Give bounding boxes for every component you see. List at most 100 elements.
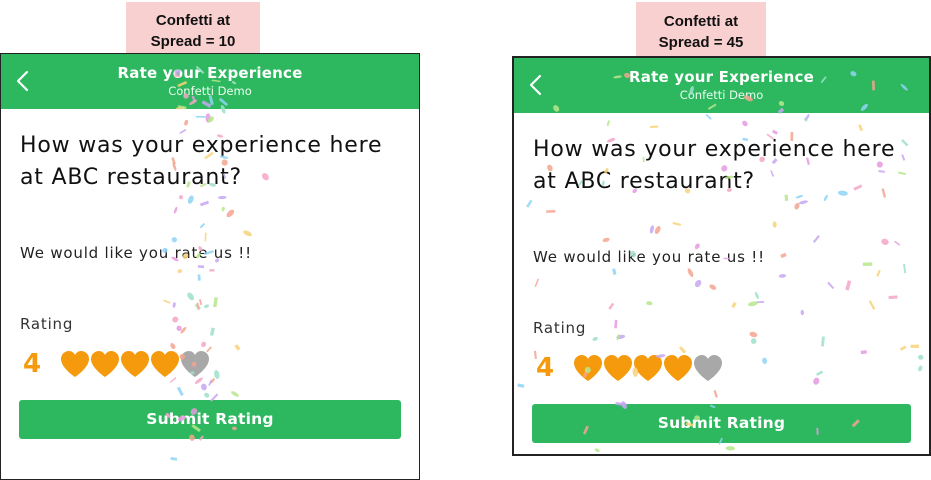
submit-rating-button[interactable]: Submit Rating	[532, 404, 911, 443]
heart-filled-icon[interactable]	[632, 353, 664, 383]
confetti-piece	[705, 113, 712, 120]
caption-right-line2: Spread = 45	[658, 34, 744, 51]
confetti-piece	[226, 209, 235, 218]
app-subtitle: Confetti Demo	[168, 84, 252, 98]
confetti-piece	[201, 341, 207, 348]
confetti-piece	[813, 377, 820, 385]
confetti-piece	[517, 383, 525, 388]
confetti-piece	[888, 295, 898, 300]
confetti-piece	[594, 448, 600, 453]
confetti-piece	[709, 284, 717, 290]
confetti-piece	[204, 232, 207, 242]
app-title: Rate your Experience	[117, 64, 303, 82]
heart-filled-icon[interactable]	[119, 349, 151, 379]
confetti-piece	[243, 230, 252, 237]
confetti-piece	[184, 119, 189, 126]
confetti-piece	[173, 206, 178, 214]
caption-left: Confetti at Spread = 10	[126, 2, 260, 53]
confetti-piece	[713, 390, 718, 398]
confetti-piece	[194, 303, 202, 311]
confetti-piece	[196, 302, 200, 310]
confetti-piece	[876, 269, 881, 277]
confetti-piece	[694, 279, 702, 288]
confetti-piece	[860, 350, 867, 355]
phone-right: Rate your Experience Confetti Demo How w…	[512, 56, 931, 456]
confetti-piece	[805, 113, 810, 121]
confetti-piece	[616, 334, 626, 340]
rate-prompt: We would like you rate us !!	[533, 248, 765, 266]
confetti-piece	[203, 304, 210, 308]
heart-filled-icon[interactable]	[572, 353, 604, 383]
confetti-piece	[546, 209, 556, 213]
confetti-piece	[845, 280, 852, 291]
confetti-piece	[602, 237, 610, 243]
confetti-piece	[614, 319, 618, 329]
confetti-piece	[200, 383, 207, 391]
caption-left-line2: Spread = 10	[150, 33, 236, 50]
confetti-piece	[894, 240, 901, 246]
confetti-piece	[747, 301, 758, 307]
confetti-piece	[755, 301, 765, 304]
confetti-piece	[881, 238, 889, 245]
confetti-piece	[199, 222, 206, 229]
confetti-piece	[199, 200, 210, 207]
confetti-piece	[649, 225, 655, 234]
submit-rating-button[interactable]: Submit Rating	[19, 400, 401, 439]
confetti-piece	[778, 274, 787, 278]
confetti-piece	[820, 336, 825, 347]
app-bar: Rate your Experience Confetti Demo	[1, 54, 419, 109]
confetti-piece	[687, 268, 694, 278]
heart-filled-icon[interactable]	[149, 349, 181, 379]
confetti-piece	[612, 268, 617, 275]
phone-left: Rate your Experience Confetti Demo How w…	[0, 53, 420, 480]
confetti-piece	[218, 195, 227, 200]
confetti-piece	[646, 301, 653, 306]
confetti-piece	[172, 316, 179, 323]
rating-label: Rating	[20, 315, 74, 333]
confetti-piece	[197, 274, 201, 281]
confetti-piece	[209, 327, 215, 336]
confetti-piece	[170, 456, 178, 461]
confetti-piece	[177, 269, 183, 274]
confetti-piece	[221, 206, 225, 212]
heart-filled-icon[interactable]	[662, 353, 694, 383]
confetti-piece	[804, 117, 808, 122]
confetti-piece	[205, 113, 211, 123]
confetti-piece	[231, 391, 239, 397]
confetti-piece	[903, 263, 907, 274]
confetti-piece	[918, 354, 924, 360]
confetti-piece	[725, 446, 736, 451]
question-heading: How was your experience here at ABC rest…	[20, 133, 383, 190]
app-bar: Rate your Experience Confetti Demo	[514, 58, 929, 113]
rating-value: 4	[22, 349, 42, 379]
confetti-piece	[606, 120, 611, 127]
confetti-piece	[172, 302, 176, 308]
confetti-piece	[207, 116, 214, 123]
confetti-piece	[812, 234, 820, 243]
confetti-piece	[754, 291, 759, 300]
heart-filled-icon[interactable]	[602, 353, 634, 383]
confetti-piece	[650, 125, 659, 128]
confetti-piece	[204, 392, 210, 398]
confetti-piece	[163, 299, 171, 304]
confetti-piece	[672, 221, 682, 227]
confetti-piece	[234, 344, 241, 351]
heart-empty-icon[interactable]	[692, 353, 724, 383]
confetti-piece	[195, 115, 206, 118]
question-heading: How was your experience here at ABC rest…	[533, 137, 896, 194]
confetti-piece	[762, 357, 768, 364]
confetti-piece	[534, 278, 540, 287]
heart-filled-icon[interactable]	[89, 349, 121, 379]
heart-filled-icon[interactable]	[59, 349, 91, 379]
confetti-piece	[816, 370, 824, 377]
caption-right: Confetti at Spread = 45	[636, 2, 766, 56]
confetti-piece	[868, 300, 876, 310]
confetti-piece	[208, 379, 213, 386]
confetti-piece	[750, 338, 757, 344]
heart-empty-icon[interactable]	[179, 349, 211, 379]
confetti-piece	[910, 344, 919, 348]
confetti-piece	[798, 200, 808, 205]
confetti-piece	[654, 226, 661, 234]
confetti-piece	[862, 262, 873, 267]
confetti-piece	[780, 252, 787, 259]
